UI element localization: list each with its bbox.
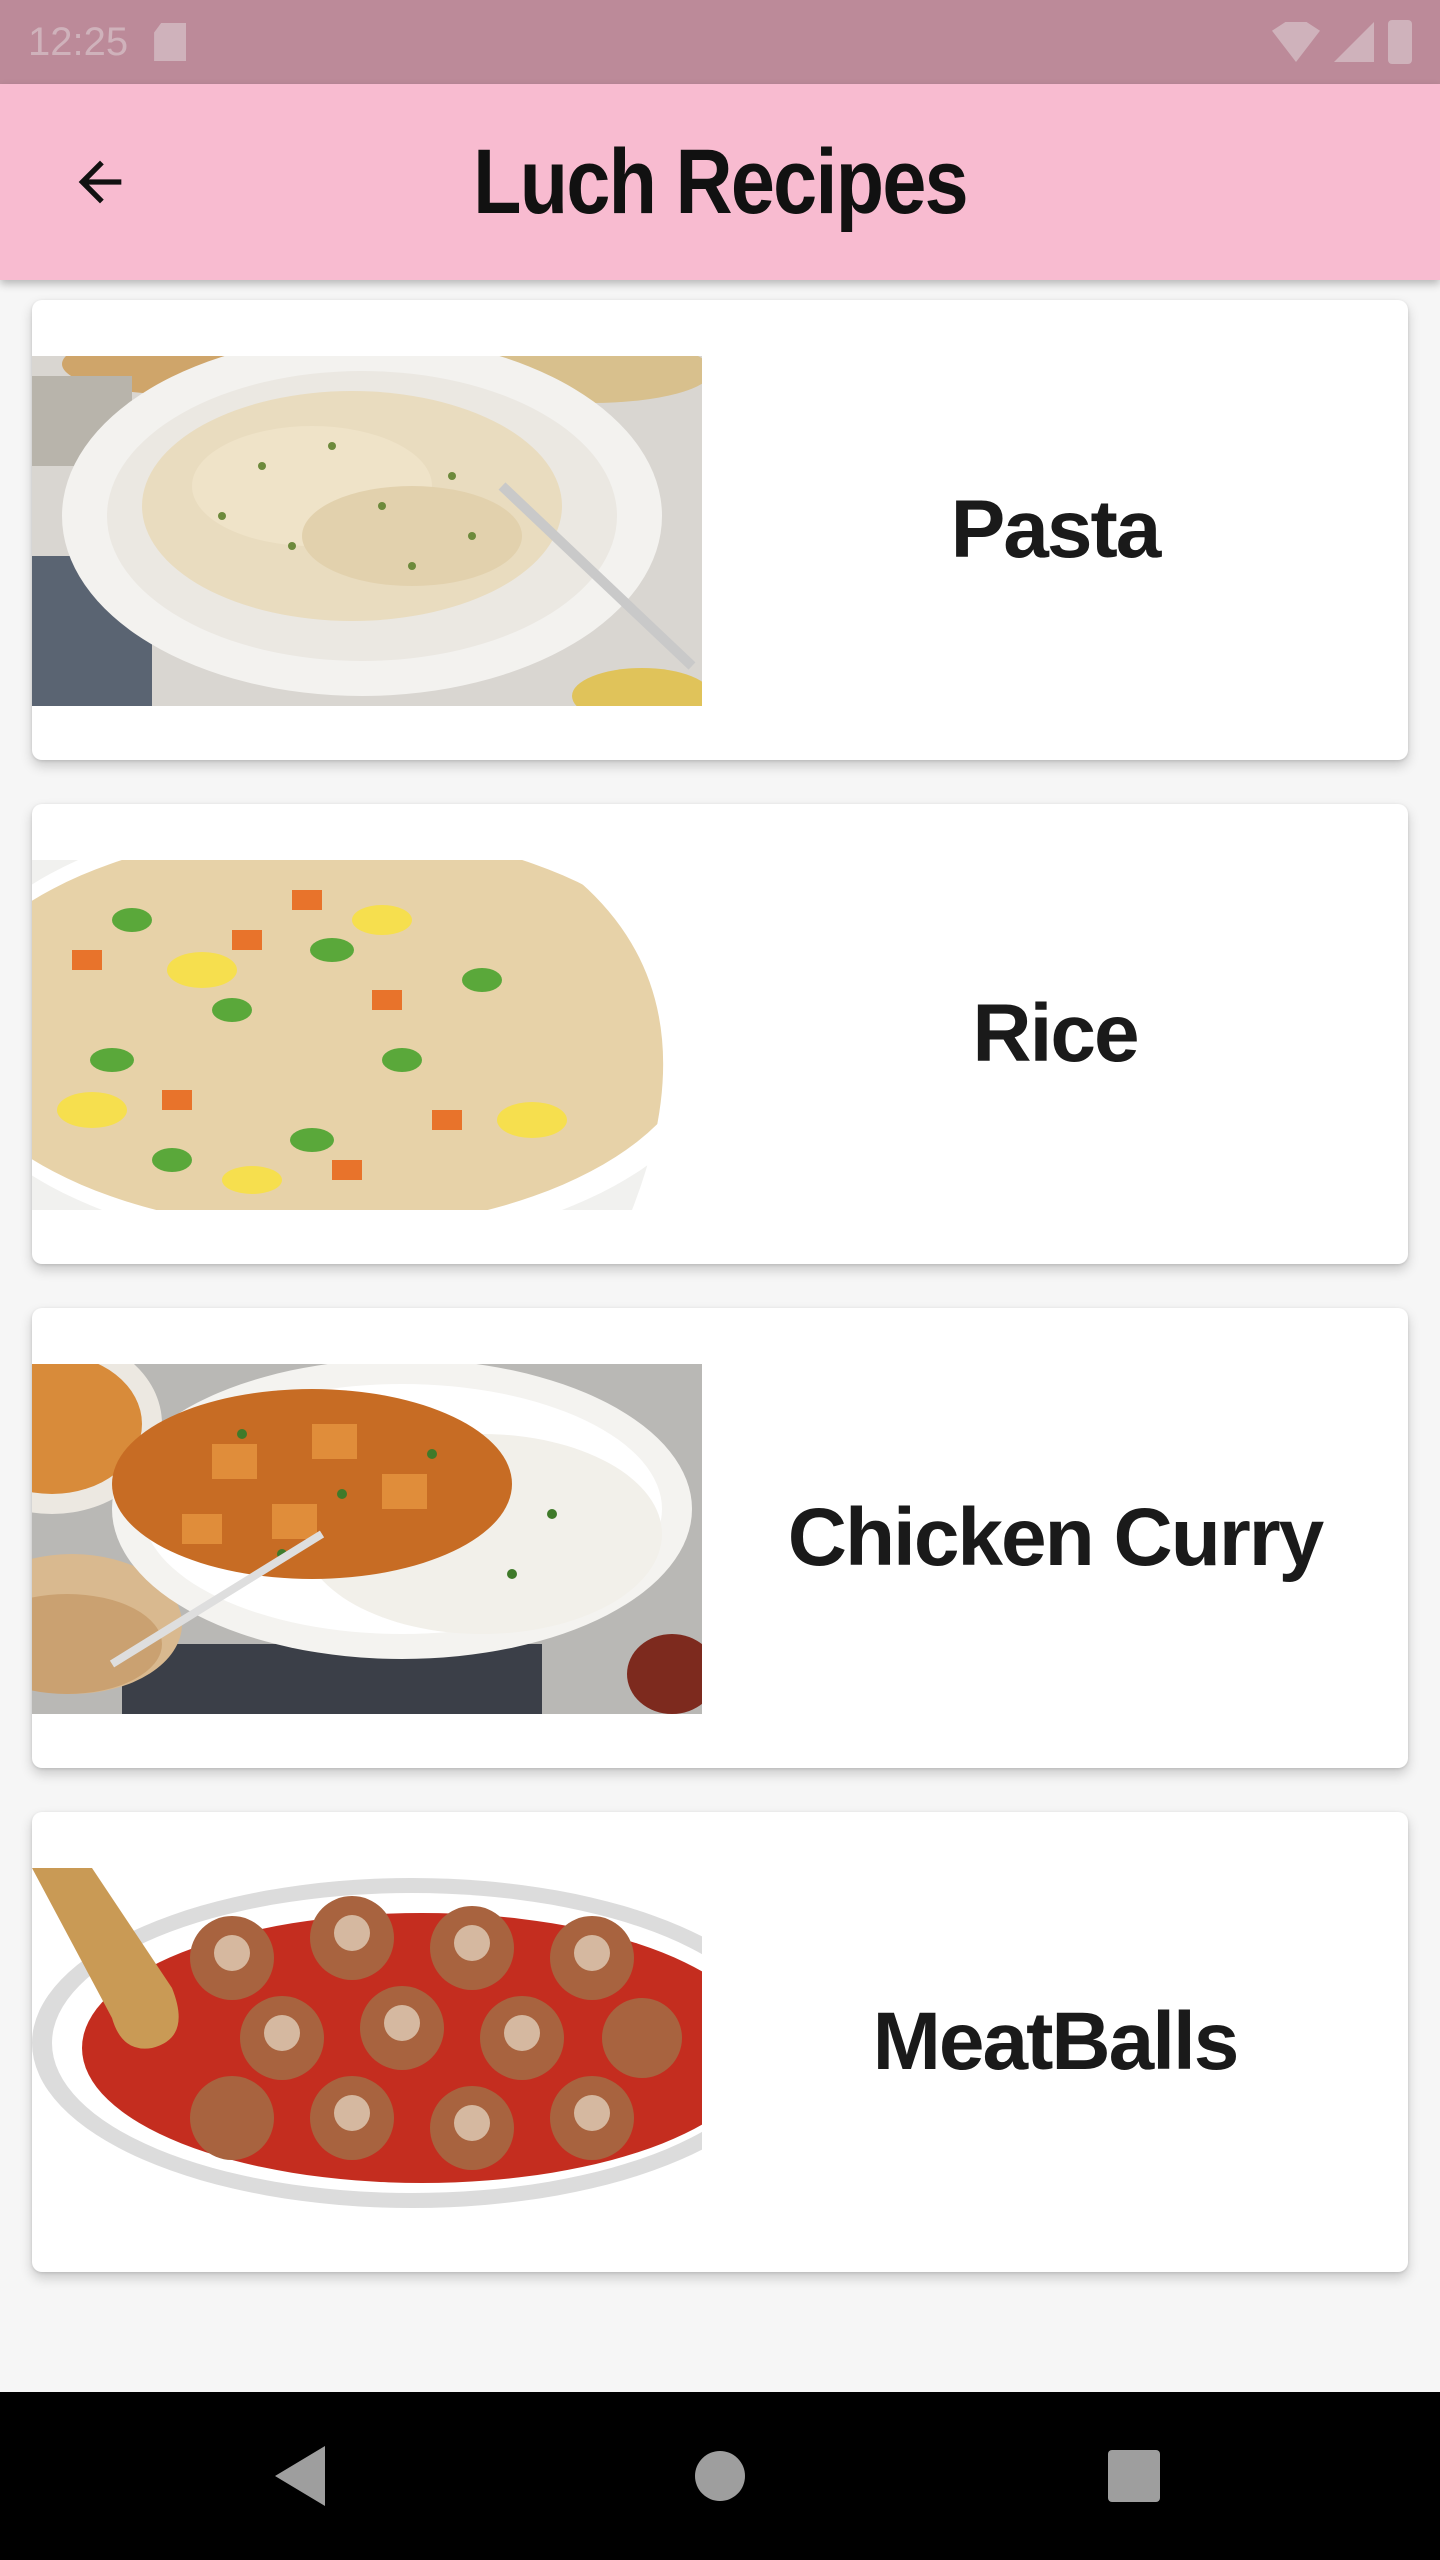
status-bar: 12:25	[0, 0, 1440, 84]
signal-icon	[1334, 22, 1374, 62]
recipe-title: Pasta	[950, 484, 1162, 575]
app-bar: Luch Recipes	[0, 84, 1440, 280]
nav-recents-button[interactable]	[1054, 2392, 1214, 2560]
back-icon	[275, 2446, 325, 2506]
recipe-card-rice[interactable]: Rice	[32, 804, 1408, 1264]
home-icon	[695, 2451, 745, 2501]
recipe-card-meatballs[interactable]: MeatBalls	[32, 1812, 1408, 2272]
system-nav-bar	[0, 2392, 1440, 2560]
pasta-image	[32, 356, 702, 706]
recipe-card-chicken-curry[interactable]: Chicken Curry	[32, 1308, 1408, 1768]
meatballs-image	[32, 1868, 702, 2218]
recents-icon	[1108, 2450, 1160, 2502]
nav-home-button[interactable]	[640, 2392, 800, 2560]
recipe-title: Chicken Curry	[787, 1492, 1325, 1583]
status-time: 12:25	[28, 19, 129, 64]
rice-image	[32, 860, 702, 1210]
recipe-title: MeatBalls	[872, 1996, 1240, 2087]
wifi-icon	[1272, 22, 1320, 62]
nav-back-button[interactable]	[220, 2392, 380, 2560]
sd-card-icon	[154, 23, 187, 61]
status-left: 12:25	[28, 19, 187, 65]
page-title: Luch Recipes	[473, 130, 969, 233]
chicken-curry-image	[32, 1364, 702, 1714]
recipe-title: Rice	[972, 988, 1139, 1079]
battery-icon	[1388, 20, 1412, 64]
recipe-card-pasta[interactable]: Pasta	[32, 300, 1408, 760]
status-right	[1272, 20, 1412, 64]
